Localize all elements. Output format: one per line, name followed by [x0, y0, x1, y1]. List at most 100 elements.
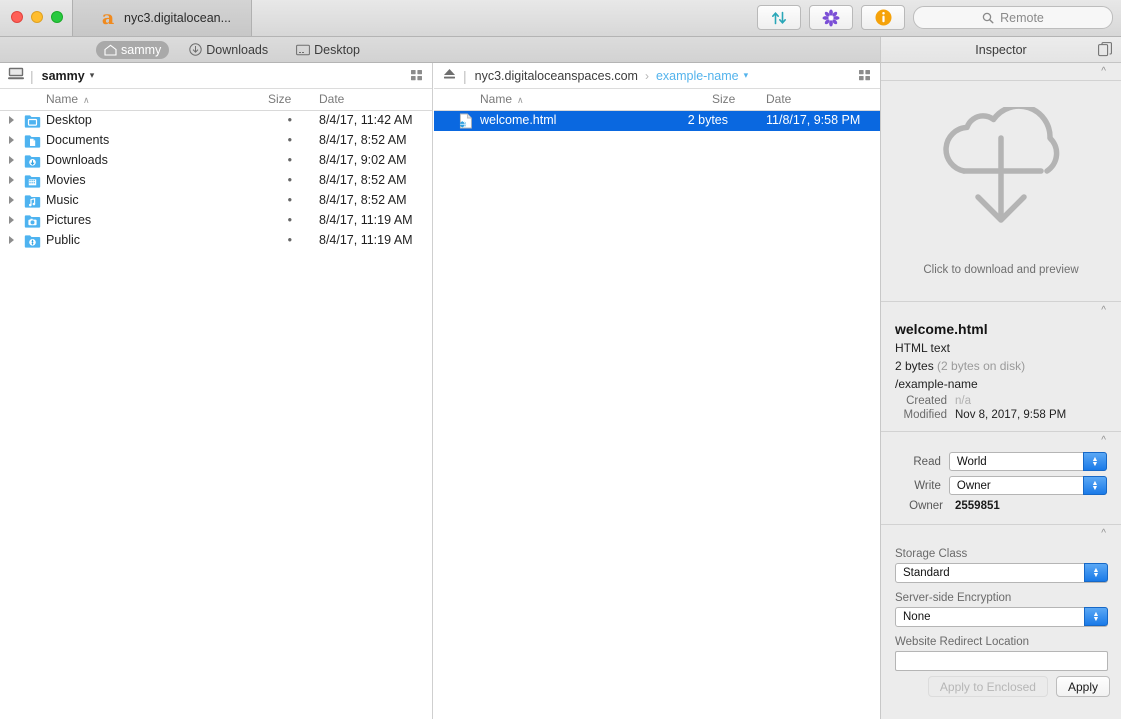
pinwheel-glyph	[822, 9, 840, 26]
desktop-window-icon	[296, 44, 311, 56]
encryption-select[interactable]: None ▲ ▼	[895, 607, 1108, 627]
file-size-cell: •	[287, 133, 292, 147]
chevron-down-icon[interactable]: ▾	[744, 70, 749, 81]
read-permission-select[interactable]: World ▲ ▼	[948, 452, 1107, 471]
local-file-list: Desktop • 8/4/17, 11:42 AM Documents • 8/4/17…	[0, 111, 432, 251]
folder-documents-icon-glyph	[24, 135, 41, 148]
bookmark-desktop[interactable]: Desktop	[288, 41, 368, 59]
table-row[interactable]: Pictures • 8/4/17, 11:19 AM	[0, 211, 432, 231]
stepper-arrows-icon[interactable]: ▲ ▼	[1084, 607, 1108, 626]
stepper-arrows-icon[interactable]: ▲ ▼	[1084, 563, 1108, 582]
storage-section: Storage Class Standard ▲ ▼ Server-side En…	[881, 542, 1121, 679]
chevron-up-icon[interactable]: ^	[1101, 528, 1106, 539]
eject-icon[interactable]	[442, 67, 457, 85]
storage-class-value: Standard	[903, 567, 950, 579]
apply-to-enclosed-button[interactable]: Apply to Enclosed	[927, 676, 1048, 697]
table-row[interactable]: Public • 8/4/17, 11:19 AM	[0, 231, 432, 251]
path-separator: |	[463, 67, 467, 84]
disclosure-triangle-icon[interactable]	[9, 136, 14, 144]
write-value: Owner	[956, 479, 991, 492]
inspector-footer-buttons: Apply to Enclosed Apply	[927, 676, 1110, 697]
column-header-name[interactable]: Name ∧	[480, 92, 524, 106]
disclosure-triangle-icon[interactable]	[9, 116, 14, 124]
table-row[interactable]: welcome.html 2 bytes 11/8/17, 9:58 PM	[434, 111, 880, 131]
bookmark-sammy[interactable]: sammy	[96, 40, 170, 59]
write-permission-row: Write Owner ▲ ▼	[895, 476, 1107, 495]
column-header-date[interactable]: Date	[319, 92, 344, 106]
file-date-cell: 11/8/17, 9:58 PM	[766, 113, 861, 127]
chevron-up-icon[interactable]: ^	[1101, 305, 1106, 316]
file-date-cell: 8/4/17, 8:52 AM	[319, 173, 407, 187]
grid-view-glyph	[411, 70, 422, 81]
html-file-icon-glyph	[459, 113, 472, 129]
disclosure-triangle-icon[interactable]	[9, 156, 14, 164]
duplicate-window-glyph	[1098, 42, 1112, 57]
file-name-cell: Documents	[46, 133, 110, 147]
table-row[interactable]: Desktop • 8/4/17, 11:42 AM	[0, 111, 432, 131]
home-icon	[104, 44, 117, 56]
disclosure-triangle-icon[interactable]	[9, 196, 14, 204]
transfer-arrows-icon[interactable]	[757, 5, 801, 30]
chevron-up-icon[interactable]: ^	[1101, 435, 1106, 446]
search-placeholder: Remote	[1000, 10, 1044, 25]
preview-area[interactable]: Click to download and preview	[881, 81, 1121, 302]
cloud-download-glyph	[943, 102, 1060, 223]
disclosure-triangle-icon[interactable]	[9, 176, 14, 184]
bookmark-downloads[interactable]: Downloads	[181, 41, 276, 59]
folder-desktop-icon-glyph	[24, 115, 41, 128]
folder-movies-icon-glyph	[24, 175, 41, 188]
column-header-size[interactable]: Size	[712, 92, 735, 106]
chevron-up-icon[interactable]: ^	[1101, 66, 1106, 77]
breadcrumb-host[interactable]: nyc3.digitaloceanspaces.com	[475, 69, 638, 83]
storage-class-select[interactable]: Standard ▲ ▼	[895, 563, 1108, 583]
table-row[interactable]: Documents • 8/4/17, 8:52 AM	[0, 131, 432, 151]
inspector-section-divider: ^	[881, 524, 1121, 542]
column-header-size[interactable]: Size	[268, 92, 291, 106]
owner-value: 2559851	[955, 500, 1000, 512]
file-metadata: welcome.html HTML text 2 bytes (2 bytes …	[881, 319, 1121, 431]
file-name-cell: Desktop	[46, 113, 92, 127]
website-redirect-input[interactable]	[895, 651, 1108, 671]
search-input[interactable]: Remote	[913, 6, 1113, 29]
owner-label: Owner	[909, 500, 943, 512]
folder-public-icon-glyph	[24, 235, 41, 248]
info-glyph	[875, 9, 891, 26]
minimize-button[interactable]	[31, 11, 43, 23]
inspector-section-divider: ^	[881, 431, 1121, 449]
table-row[interactable]: Downloads • 8/4/17, 9:02 AM	[0, 151, 432, 171]
grid-view-icon[interactable]	[859, 69, 872, 87]
duplicate-window-icon[interactable]	[1098, 42, 1112, 62]
storage-class-label: Storage Class	[895, 548, 968, 560]
grid-view-icon[interactable]	[411, 69, 424, 87]
table-row[interactable]: Music • 8/4/17, 8:52 AM	[0, 191, 432, 211]
inspector-panel: ^ Click to download and preview ^ welcom…	[880, 63, 1121, 719]
read-value: World	[956, 455, 987, 468]
column-header-name[interactable]: Name ∧	[46, 92, 90, 106]
stepper-arrows-icon[interactable]: ▲ ▼	[1083, 452, 1107, 471]
read-label: Read	[913, 455, 941, 468]
close-button[interactable]	[11, 11, 23, 23]
disclosure-triangle-icon[interactable]	[9, 236, 14, 244]
file-kind: HTML text	[895, 341, 950, 355]
disclosure-triangle-icon[interactable]	[9, 216, 14, 224]
column-header-date[interactable]: Date	[766, 92, 791, 106]
html-file-icon	[458, 113, 475, 129]
zoom-button[interactable]	[51, 11, 63, 23]
chevron-down-icon[interactable]: ▾	[90, 70, 95, 81]
file-date-cell: 8/4/17, 11:19 AM	[319, 233, 413, 247]
browser-tab[interactable]: a nyc3.digitalocean...	[72, 0, 252, 36]
apply-button[interactable]: Apply	[1055, 676, 1110, 697]
file-size-cell: •	[287, 213, 292, 227]
local-location-name[interactable]: sammy	[42, 69, 85, 83]
inspector-title: Inspector	[975, 42, 1027, 57]
info-icon[interactable]	[861, 5, 905, 30]
pinwheel-icon[interactable]	[809, 5, 853, 30]
created-value: n/a	[955, 395, 971, 407]
folder-movies-icon	[24, 173, 41, 189]
file-created-row: Created n/a	[895, 395, 1107, 407]
stepper-arrows-icon[interactable]: ▲ ▼	[1083, 476, 1107, 495]
breadcrumb-bucket[interactable]: example-name	[656, 69, 739, 83]
created-label: Created	[906, 395, 947, 407]
table-row[interactable]: Movies • 8/4/17, 8:52 AM	[0, 171, 432, 191]
write-permission-select[interactable]: Owner ▲ ▼	[948, 476, 1107, 495]
